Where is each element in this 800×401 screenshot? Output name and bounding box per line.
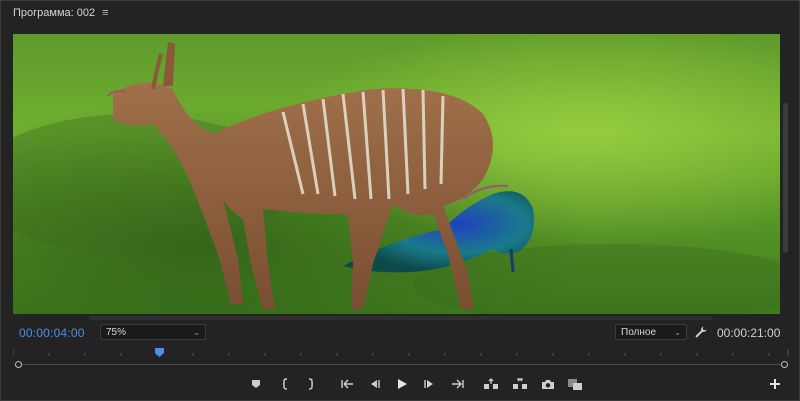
go-to-out-icon[interactable] <box>449 375 467 393</box>
video-viewer[interactable] <box>13 34 780 314</box>
duration-timecode: 00:00:21:00 <box>717 326 781 340</box>
playback-resolution-dropdown[interactable]: Полное ⌄ <box>615 324 687 340</box>
program-monitor-panel: Программа: 002 ≡ 00:00:04:00 75% ⌄ Полно… <box>0 0 800 401</box>
add-marker-icon[interactable] <box>247 375 265 393</box>
zoom-level-dropdown[interactable]: 75% ⌄ <box>100 324 206 340</box>
video-frame-image <box>13 34 780 314</box>
panel-title-bar: Программа: 002 ≡ <box>13 6 109 20</box>
extract-icon[interactable] <box>511 375 529 393</box>
plus-icon[interactable] <box>768 377 782 391</box>
hamburger-menu-icon[interactable]: ≡ <box>102 7 108 19</box>
out-point-handle[interactable] <box>781 361 788 368</box>
step-forward-icon[interactable] <box>421 375 439 393</box>
export-frame-icon[interactable] <box>539 375 557 393</box>
zoom-level-value: 75% <box>106 326 127 338</box>
step-back-icon[interactable] <box>365 375 383 393</box>
playhead-marker[interactable] <box>155 348 164 357</box>
transport-controls <box>1 375 800 393</box>
play-icon[interactable] <box>393 375 411 393</box>
go-to-in-icon[interactable] <box>338 375 356 393</box>
vertical-scrollbar[interactable] <box>783 103 788 253</box>
lift-icon[interactable] <box>482 375 500 393</box>
playback-resolution-value: Полное <box>621 326 657 338</box>
current-timecode[interactable]: 00:00:04:00 <box>19 326 85 340</box>
chevron-down-icon: ⌄ <box>674 327 681 337</box>
horizontal-scrollbar[interactable] <box>89 316 713 320</box>
chevron-down-icon: ⌄ <box>193 327 200 337</box>
panel-title[interactable]: Программа: 002 <box>13 7 95 19</box>
comparison-view-icon[interactable] <box>566 375 584 393</box>
mark-in-icon[interactable] <box>277 375 295 393</box>
in-point-handle[interactable] <box>15 361 22 368</box>
settings-wrench-icon[interactable] <box>694 325 708 339</box>
mark-out-icon[interactable] <box>301 375 319 393</box>
time-ruler[interactable] <box>13 347 789 357</box>
timeline-track[interactable] <box>18 364 785 365</box>
